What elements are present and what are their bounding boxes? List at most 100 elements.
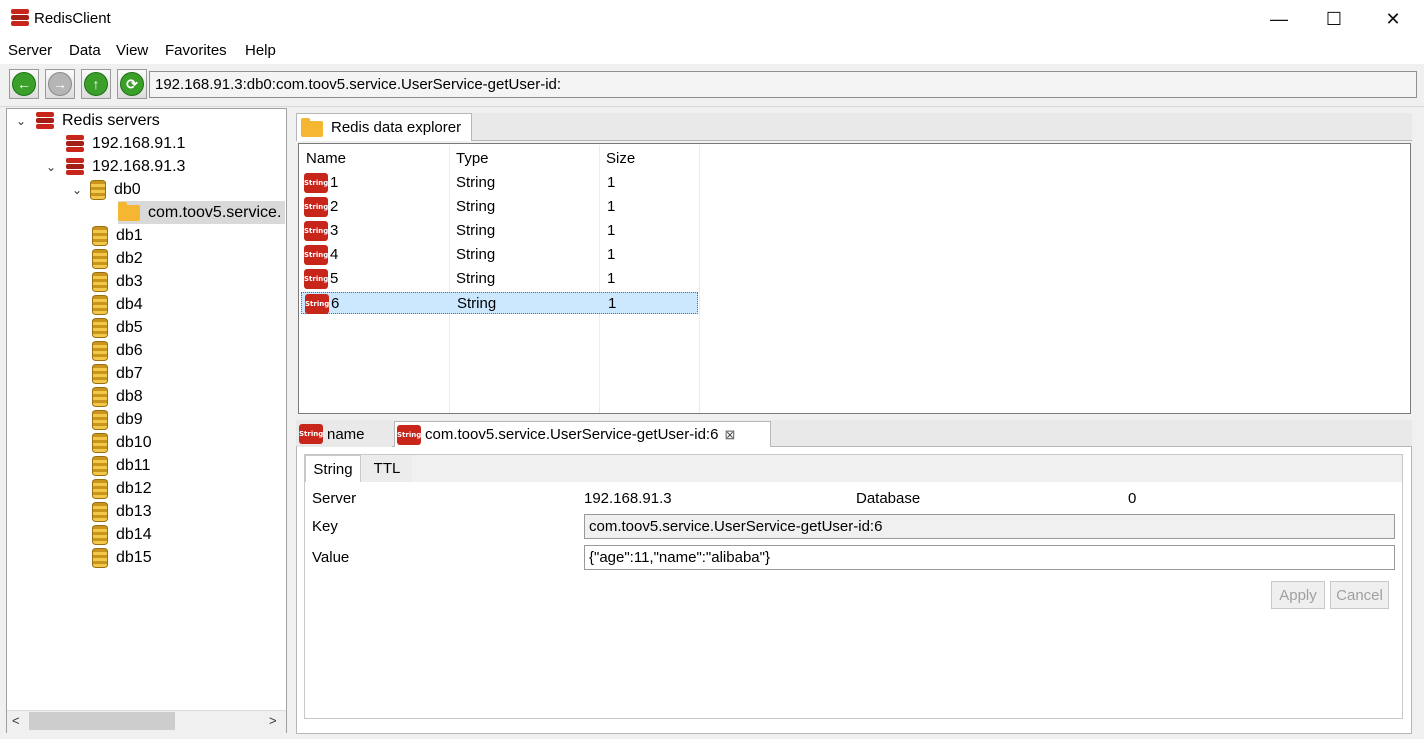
tree-root[interactable]: ⌄ Redis servers [14, 109, 160, 132]
tree-root-label: Redis servers [62, 111, 160, 129]
value-label: Value [312, 549, 350, 566]
scrollbar-thumb[interactable] [29, 712, 175, 730]
apply-button[interactable]: Apply [1271, 581, 1325, 609]
back-button[interactable]: ← [9, 69, 39, 99]
refresh-button[interactable]: ⟳ [117, 69, 147, 99]
database-icon [90, 179, 106, 200]
string-icon: String [304, 197, 328, 217]
tree-folder-selected[interactable]: com.toov5.service. [118, 201, 285, 224]
tree-db-label: db6 [116, 341, 143, 359]
string-icon: String [397, 424, 421, 445]
chevron-down-icon[interactable]: ⌄ [44, 160, 58, 174]
tree-folder-label: com.toov5.service. [148, 203, 282, 221]
cancel-button[interactable]: Cancel [1330, 581, 1389, 609]
tree-server-2[interactable]: ⌄ 192.168.91.3 [44, 155, 185, 178]
tab-label: com.toov5.service.UserService-getUser-id… [425, 426, 719, 443]
database-icon [92, 271, 108, 292]
up-icon: ↑ [84, 72, 108, 96]
string-icon: String [304, 173, 328, 193]
tree-db-item[interactable]: db7 [92, 362, 143, 385]
menu-favorites[interactable]: Favorites [165, 42, 227, 59]
table-row[interactable]: String 2 String 1 [301, 196, 698, 218]
tree-db0[interactable]: ⌄ db0 [70, 178, 141, 201]
key-label: Key [312, 518, 338, 535]
tab-ttl[interactable]: TTL [362, 455, 412, 482]
app-logo-icon [10, 9, 30, 27]
database-label: Database [856, 490, 921, 507]
address-bar[interactable]: 192.168.91.3:db0:com.toov5.service.UserS… [149, 71, 1417, 98]
tree-db-item[interactable]: db6 [92, 339, 143, 362]
tab-string[interactable]: String [305, 455, 361, 482]
database-icon [92, 409, 108, 430]
cell-type: String [456, 270, 496, 287]
tree-db-label: db2 [116, 249, 143, 267]
up-button[interactable]: ↑ [81, 69, 111, 99]
tree-db-item[interactable]: db14 [92, 523, 152, 546]
tree-db-item[interactable]: db1 [92, 224, 143, 247]
menu-help[interactable]: Help [245, 42, 276, 59]
tree-db-item[interactable]: db11 [92, 454, 150, 477]
cell-type: String [456, 174, 496, 191]
tree-db-item[interactable]: db15 [92, 546, 152, 569]
table-row[interactable]: String 1 String 1 [301, 172, 698, 194]
tree-db-label: db11 [116, 456, 151, 474]
string-icon: String [304, 245, 328, 265]
string-icon: String [304, 221, 328, 241]
tree-db-label: db5 [116, 318, 143, 336]
scroll-left-icon[interactable]: < [12, 713, 20, 728]
tree-db-item[interactable]: db10 [92, 431, 152, 454]
tree-db-label: db10 [116, 433, 152, 451]
menu-data[interactable]: Data [69, 42, 101, 59]
tree-db-item[interactable]: db12 [92, 477, 152, 500]
tab-name[interactable]: String name [297, 421, 392, 447]
close-tab-icon[interactable]: ⊠ [724, 427, 735, 443]
chevron-down-icon[interactable]: ⌄ [14, 114, 28, 128]
table-row[interactable]: String 4 String 1 [301, 244, 698, 266]
database-icon [92, 294, 108, 315]
table-row[interactable]: String 5 String 1 [301, 268, 698, 290]
table-row[interactable]: String 3 String 1 [301, 220, 698, 242]
tree-db-item[interactable]: db5 [92, 316, 143, 339]
tree-db-label: db0 [114, 180, 141, 198]
column-divider [699, 145, 700, 413]
database-icon [92, 225, 108, 246]
chevron-down-icon[interactable]: ⌄ [70, 183, 84, 197]
menu-view[interactable]: View [116, 42, 148, 59]
tab-key-detail[interactable]: String com.toov5.service.UserService-get… [394, 421, 771, 447]
tree-server-1[interactable]: 192.168.91.1 [44, 132, 185, 155]
menu-server[interactable]: Server [8, 42, 52, 59]
tree-db-label: db4 [116, 295, 143, 313]
tree-db-label: db7 [116, 364, 143, 382]
minimize-button[interactable]: — [1250, 0, 1308, 38]
tab-label: Redis data explorer [331, 119, 462, 136]
key-field[interactable]: com.toov5.service.UserService-getUser-id… [584, 514, 1395, 539]
table-row[interactable]: String 6 String 1 [301, 292, 698, 314]
folder-icon [118, 201, 140, 221]
cell-name: 1 [330, 174, 339, 191]
cell-size: 1 [607, 246, 616, 263]
tab-redis-data-explorer[interactable]: Redis data explorer [296, 113, 472, 141]
scroll-right-icon[interactable]: > [269, 713, 277, 728]
tree-db-item[interactable]: db8 [92, 385, 143, 408]
column-header-size[interactable]: Size [606, 150, 635, 167]
tree-db-item[interactable]: db9 [92, 408, 143, 431]
value-field[interactable]: {"age":11,"name":"alibaba"} [584, 545, 1395, 570]
menu-bar: Server Data View Favorites Help [0, 38, 1424, 64]
maximize-button[interactable]: ☐ [1305, 0, 1363, 38]
tree-db-label: db9 [116, 410, 143, 428]
column-header-name[interactable]: Name [306, 150, 346, 167]
close-button[interactable]: ✕ [1364, 0, 1422, 38]
column-header-type[interactable]: Type [456, 150, 489, 167]
tree-db-item[interactable]: db13 [92, 500, 152, 523]
forward-button[interactable]: → [45, 69, 75, 99]
cell-name: 2 [330, 198, 339, 215]
server-label: Server [312, 490, 357, 507]
string-icon: String [304, 269, 328, 289]
database-value: 0 [1128, 490, 1137, 507]
tree-db-item[interactable]: db3 [92, 270, 143, 293]
cell-size: 1 [608, 295, 617, 312]
folder-icon [301, 118, 323, 137]
tree-db-item[interactable]: db2 [92, 247, 143, 270]
tree-db-item[interactable]: db4 [92, 293, 143, 316]
cell-name: 3 [330, 222, 339, 239]
